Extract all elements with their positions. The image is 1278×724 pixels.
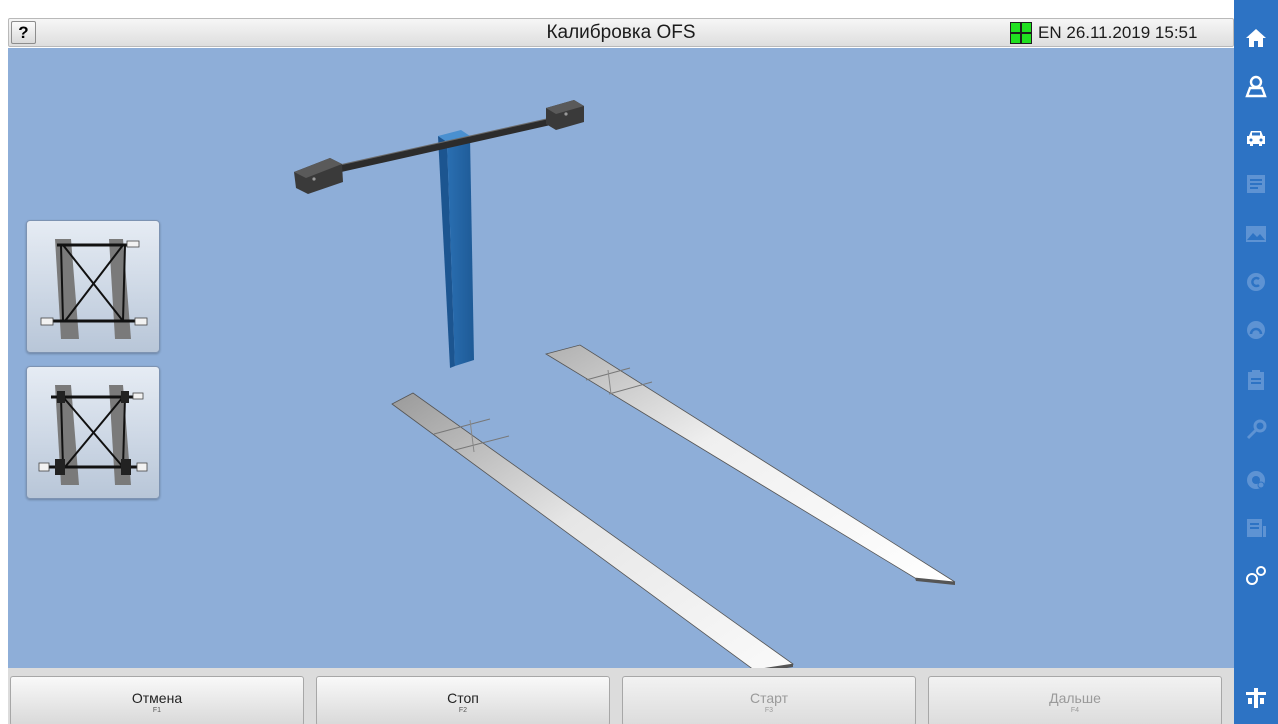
crossbar [294, 100, 584, 194]
report-icon [1244, 516, 1268, 540]
list-icon [1244, 172, 1268, 196]
language-indicator[interactable]: EN [1038, 23, 1062, 42]
calibration-column [438, 130, 474, 368]
datetime-display: 26.11.2019 15:51 [1066, 23, 1198, 42]
next-button[interactable]: Дальше F4 [928, 676, 1222, 724]
lift-frame-icon [40, 239, 148, 339]
cancel-button-key: F1 [152, 707, 162, 714]
start-button-key: F3 [764, 707, 774, 714]
next-button-key: F4 [1070, 707, 1080, 714]
cancel-button[interactable]: Отмена F1 [10, 676, 304, 724]
settings-circle-icon [1244, 468, 1268, 492]
stop-button-key: F2 [458, 707, 468, 714]
lift-layout-thumbnail-2[interactable] [26, 366, 160, 499]
lift-3d-scene [294, 100, 956, 668]
stop-button[interactable]: Стоп F2 [316, 676, 610, 724]
car-icon[interactable] [1244, 126, 1268, 150]
function-key-bar: Отмена F1 Стоп F2 Старт F3 Дальше F4 [8, 668, 1234, 724]
clipboard-icon [1244, 368, 1268, 392]
language-datetime: EN 26.11.2019 15:51 [1038, 23, 1197, 43]
start-button[interactable]: Старт F3 [622, 676, 916, 724]
title-bar: ? Калибровка OFS EN 26.11.2019 15:51 [8, 18, 1234, 47]
start-button-label: Старт [749, 690, 789, 706]
left-runway-plate [391, 392, 795, 668]
connection-status-icon [1010, 22, 1032, 44]
stop-button-label: Стоп [447, 690, 479, 706]
gears-icon[interactable] [1244, 564, 1268, 588]
right-sidebar [1234, 0, 1278, 724]
lift-frame-clamps-icon [38, 385, 148, 485]
customer-icon[interactable] [1244, 74, 1268, 98]
cancel-button-label: Отмена [131, 690, 183, 706]
c-icon [1244, 270, 1268, 294]
gauge-icon [1244, 318, 1268, 342]
calibration-viewport [8, 48, 1234, 668]
home-icon[interactable] [1244, 26, 1268, 50]
next-button-label: Дальше [1049, 690, 1101, 706]
help-button[interactable]: ? [11, 21, 36, 44]
wrench-icon [1244, 418, 1268, 442]
lift-layout-thumbnail-1[interactable] [26, 220, 160, 353]
image-icon [1244, 222, 1268, 246]
lift-icon[interactable] [1244, 686, 1268, 710]
